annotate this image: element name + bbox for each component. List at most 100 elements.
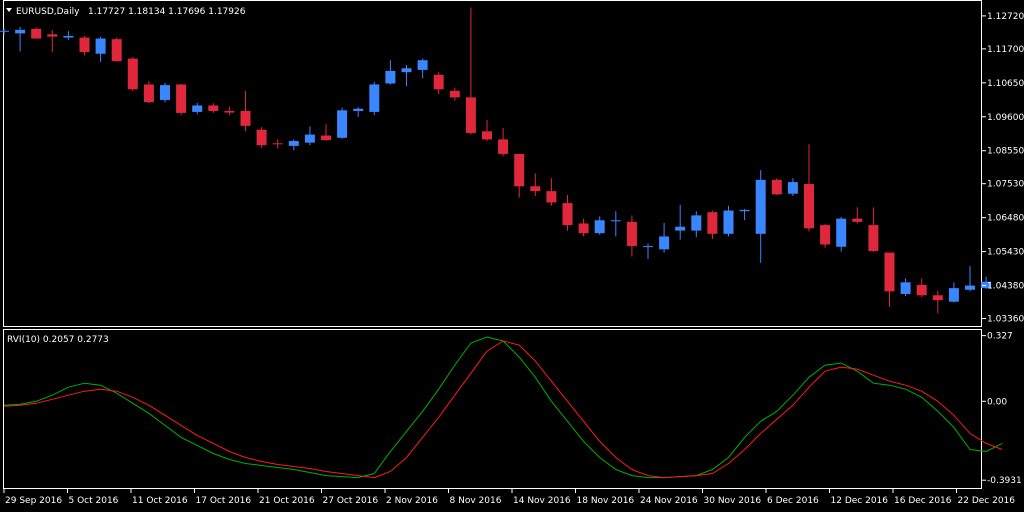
date-tick-label: 11 Oct 2016 xyxy=(132,496,188,506)
candle-body xyxy=(111,39,122,62)
candle-body xyxy=(916,284,927,296)
candle-body xyxy=(63,35,74,38)
candle-body xyxy=(884,252,895,292)
candle-body xyxy=(176,84,187,113)
candle-body xyxy=(771,179,782,195)
candle-body xyxy=(900,282,911,294)
date-tick-label: 8 Nov 2016 xyxy=(450,496,502,506)
candle-body xyxy=(272,143,283,145)
rvi-tick-label: 0.327 xyxy=(987,332,1013,342)
price-tick-label: 1.05430 xyxy=(987,248,1024,258)
candle-body xyxy=(707,212,718,234)
candle-body xyxy=(691,215,702,231)
date-tick-label: 17 Oct 2016 xyxy=(196,496,252,506)
candle-body xyxy=(127,58,138,90)
candle-body xyxy=(675,226,686,231)
indicator-pane-frame xyxy=(3,329,982,489)
rvi-tick-label: 0.00 xyxy=(987,397,1007,407)
candle-body xyxy=(723,210,734,234)
candle-body xyxy=(449,90,460,98)
candle-body xyxy=(321,135,331,141)
candle-body xyxy=(95,38,106,54)
candle-body xyxy=(755,179,766,234)
candle-body xyxy=(192,105,203,112)
price-tick-label: 1.04380 xyxy=(987,282,1024,292)
date-tick-label: 2 Nov 2016 xyxy=(386,496,438,506)
price-tick-label: 1.10650 xyxy=(987,79,1024,89)
indicator-label: RVI(10) 0.2057 0.2773 xyxy=(7,335,109,345)
candle-body xyxy=(47,34,58,37)
date-axis: 29 Sep 2016 5 Oct 2016 11 Oct 2016 17 Oct 2… xyxy=(3,489,1015,506)
candle-body xyxy=(369,84,380,112)
candle-body xyxy=(31,28,42,39)
date-tick-label: 24 Nov 2016 xyxy=(640,496,698,506)
candle-body xyxy=(932,295,943,301)
candles-group xyxy=(0,7,992,314)
date-tick-label: 30 Nov 2016 xyxy=(704,496,762,506)
candle-body xyxy=(948,288,959,302)
date-tick-label: 16 Dec 2016 xyxy=(894,496,952,506)
candle-body xyxy=(465,97,476,133)
candle-body xyxy=(739,209,750,212)
candle-body xyxy=(433,74,444,90)
candle-body xyxy=(256,129,267,146)
price-tick-label: 1.06480 xyxy=(987,214,1024,224)
candle-body xyxy=(353,108,364,111)
candle-body xyxy=(337,110,348,138)
candle-body xyxy=(417,60,428,70)
candle-body xyxy=(965,285,975,290)
candle-body xyxy=(852,218,863,222)
price-tick-label: 1.07530 xyxy=(987,180,1024,190)
chart-root: EURUSD,Daily 1.17727 1.18134 1.17696 1.1… xyxy=(0,0,1024,506)
candle-body xyxy=(15,29,26,34)
date-tick-label: 27 Oct 2016 xyxy=(323,496,379,506)
candle-body xyxy=(401,68,412,73)
price-tick-label: 1.03360 xyxy=(987,315,1024,325)
candle-body xyxy=(224,110,235,113)
date-tick-label: 12 Dec 2016 xyxy=(831,496,889,506)
date-tick-label: 29 Sep 2016 xyxy=(5,496,62,506)
candle-body xyxy=(594,220,605,234)
date-tick-label: 5 Oct 2016 xyxy=(69,496,119,506)
candle-body xyxy=(610,220,621,222)
price-tick-label: 1.11700 xyxy=(987,45,1024,55)
candle-body xyxy=(578,223,589,234)
rvi-main-line xyxy=(3,336,1003,479)
candle-body xyxy=(530,186,541,192)
candle-body xyxy=(288,141,299,146)
candle-body xyxy=(514,153,525,187)
rvi-tick-label: -0.3931 xyxy=(987,476,1022,486)
candle-body xyxy=(304,134,315,143)
candle-body xyxy=(79,37,90,53)
candle-body xyxy=(498,139,509,154)
price-tick-label: 1.09600 xyxy=(987,113,1024,123)
ohlc-readout: 1.17727 1.18134 1.17696 1.17926 xyxy=(88,7,246,17)
price-tick-label: 1.12720 xyxy=(987,12,1024,22)
rvi-signal-line xyxy=(3,340,1003,479)
date-tick-label: 6 Dec 2016 xyxy=(767,496,819,506)
candle-body xyxy=(820,225,831,245)
candle-body xyxy=(659,236,670,250)
candle-body xyxy=(208,105,219,111)
symbol-label: EURUSD,Daily xyxy=(16,7,80,17)
candle-body xyxy=(143,84,154,103)
candle-body xyxy=(643,246,653,248)
price-tick-label: 1.08550 xyxy=(987,147,1024,157)
candle-body xyxy=(0,30,9,32)
price-pane-frame xyxy=(3,0,982,327)
candle-body xyxy=(562,203,573,226)
candle-body xyxy=(385,70,396,84)
price-axis: 1.12720 1.11700 1.10650 1.09600 1.08550 1.075… xyxy=(982,12,1024,325)
date-tick-label: 18 Nov 2016 xyxy=(577,496,635,506)
candle-body xyxy=(626,221,637,247)
candle-body xyxy=(787,182,798,194)
candle-body xyxy=(482,131,492,140)
candle-body xyxy=(836,218,847,247)
candle-body xyxy=(546,191,557,203)
date-tick-label: 14 Nov 2016 xyxy=(513,496,571,506)
candle-body xyxy=(240,110,251,126)
candle-body xyxy=(804,184,814,229)
symbol-menu-icon[interactable] xyxy=(6,8,12,12)
candle-body xyxy=(868,225,879,251)
rvi-lines-group xyxy=(3,336,1003,479)
